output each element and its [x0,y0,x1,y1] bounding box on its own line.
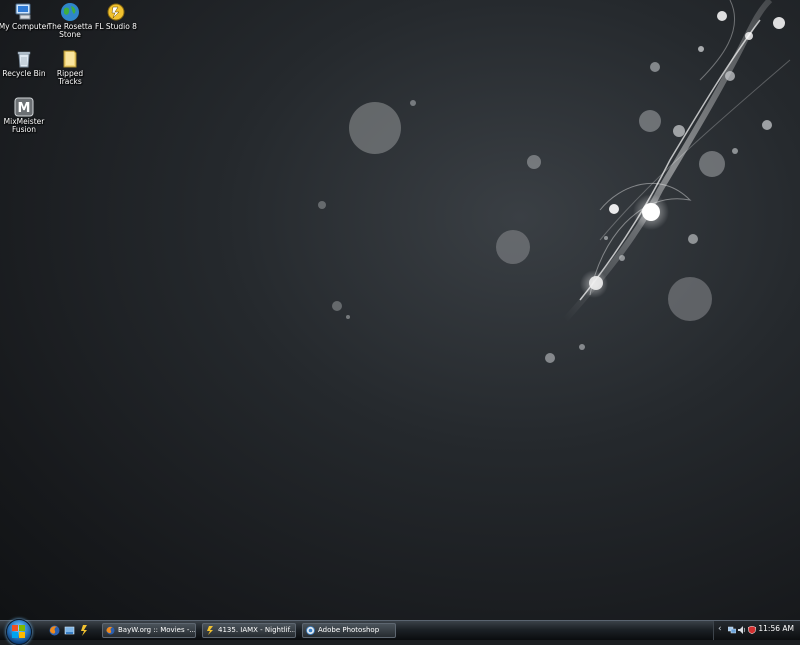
system-tray: ‹ 11:56 AM [713,621,800,640]
start-button[interactable] [6,619,32,645]
folder-icon [60,49,80,69]
desktop-icon-rosetta-stone[interactable]: The Rosetta Stone [44,2,96,39]
desktop-icon-my-computer[interactable]: My Computer [0,2,50,31]
desktop-icon-label: The Rosetta Stone [47,22,93,39]
fl-studio-icon[interactable] [79,625,90,636]
desktop-icon-recycle-bin[interactable]: Recycle Bin [0,49,50,78]
taskbar-button-label: BayW.org :: Movies -... [118,626,196,634]
volume-icon[interactable] [738,626,746,634]
desktop-icon-label: Recycle Bin [2,69,46,78]
desktop-icon-fl-studio[interactable]: FL Studio 8 [90,2,142,31]
firefox-icon[interactable] [49,625,60,636]
windows-logo-icon [12,625,25,638]
taskbar-button-label: Adobe Photoshop [318,626,380,634]
taskbar-button-iamx[interactable]: 4135. IAMX - Nightlif... [202,623,296,638]
fl-studio-icon [106,2,126,22]
recycle-bin-icon [14,49,34,69]
desktop-icon-label: My Computer [0,22,50,31]
show-hidden-icons-chevron[interactable]: ‹ [718,624,722,634]
taskbar-button-photoshop[interactable]: Adobe Photoshop [302,623,396,638]
svg-text:M: M [18,101,31,116]
desktop-icon-ripped-tracks[interactable]: Ripped Tracks [44,49,96,86]
photoshop-icon [306,626,315,635]
taskbar-button-browser[interactable]: BayW.org :: Movies -... [102,623,196,638]
security-icon[interactable] [748,626,756,634]
network-icon[interactable] [728,626,736,634]
firefox-icon [106,626,115,635]
desktop-icon-label: Ripped Tracks [56,69,84,86]
clock[interactable]: 11:56 AM [758,624,794,633]
rosetta-stone-icon [60,2,80,22]
computer-icon [14,2,34,22]
mixmeister-icon: M [14,97,34,117]
wallpaper-image [318,0,791,363]
show-desktop-icon[interactable] [64,625,75,636]
desktop-icon-mixmeister[interactable]: M MixMeister Fusion [0,97,50,134]
desktop[interactable]: My Computer The Rosetta Stone FL Studio … [0,0,800,620]
taskbar: BayW.org :: Movies -... 4135. IAMX - Nig… [0,619,800,645]
desktop-icon-label: MixMeister Fusion [3,117,45,134]
desktop-icon-label: FL Studio 8 [95,22,137,31]
taskbar-button-label: 4135. IAMX - Nightlif... [218,626,296,634]
fl-studio-icon [207,626,213,635]
